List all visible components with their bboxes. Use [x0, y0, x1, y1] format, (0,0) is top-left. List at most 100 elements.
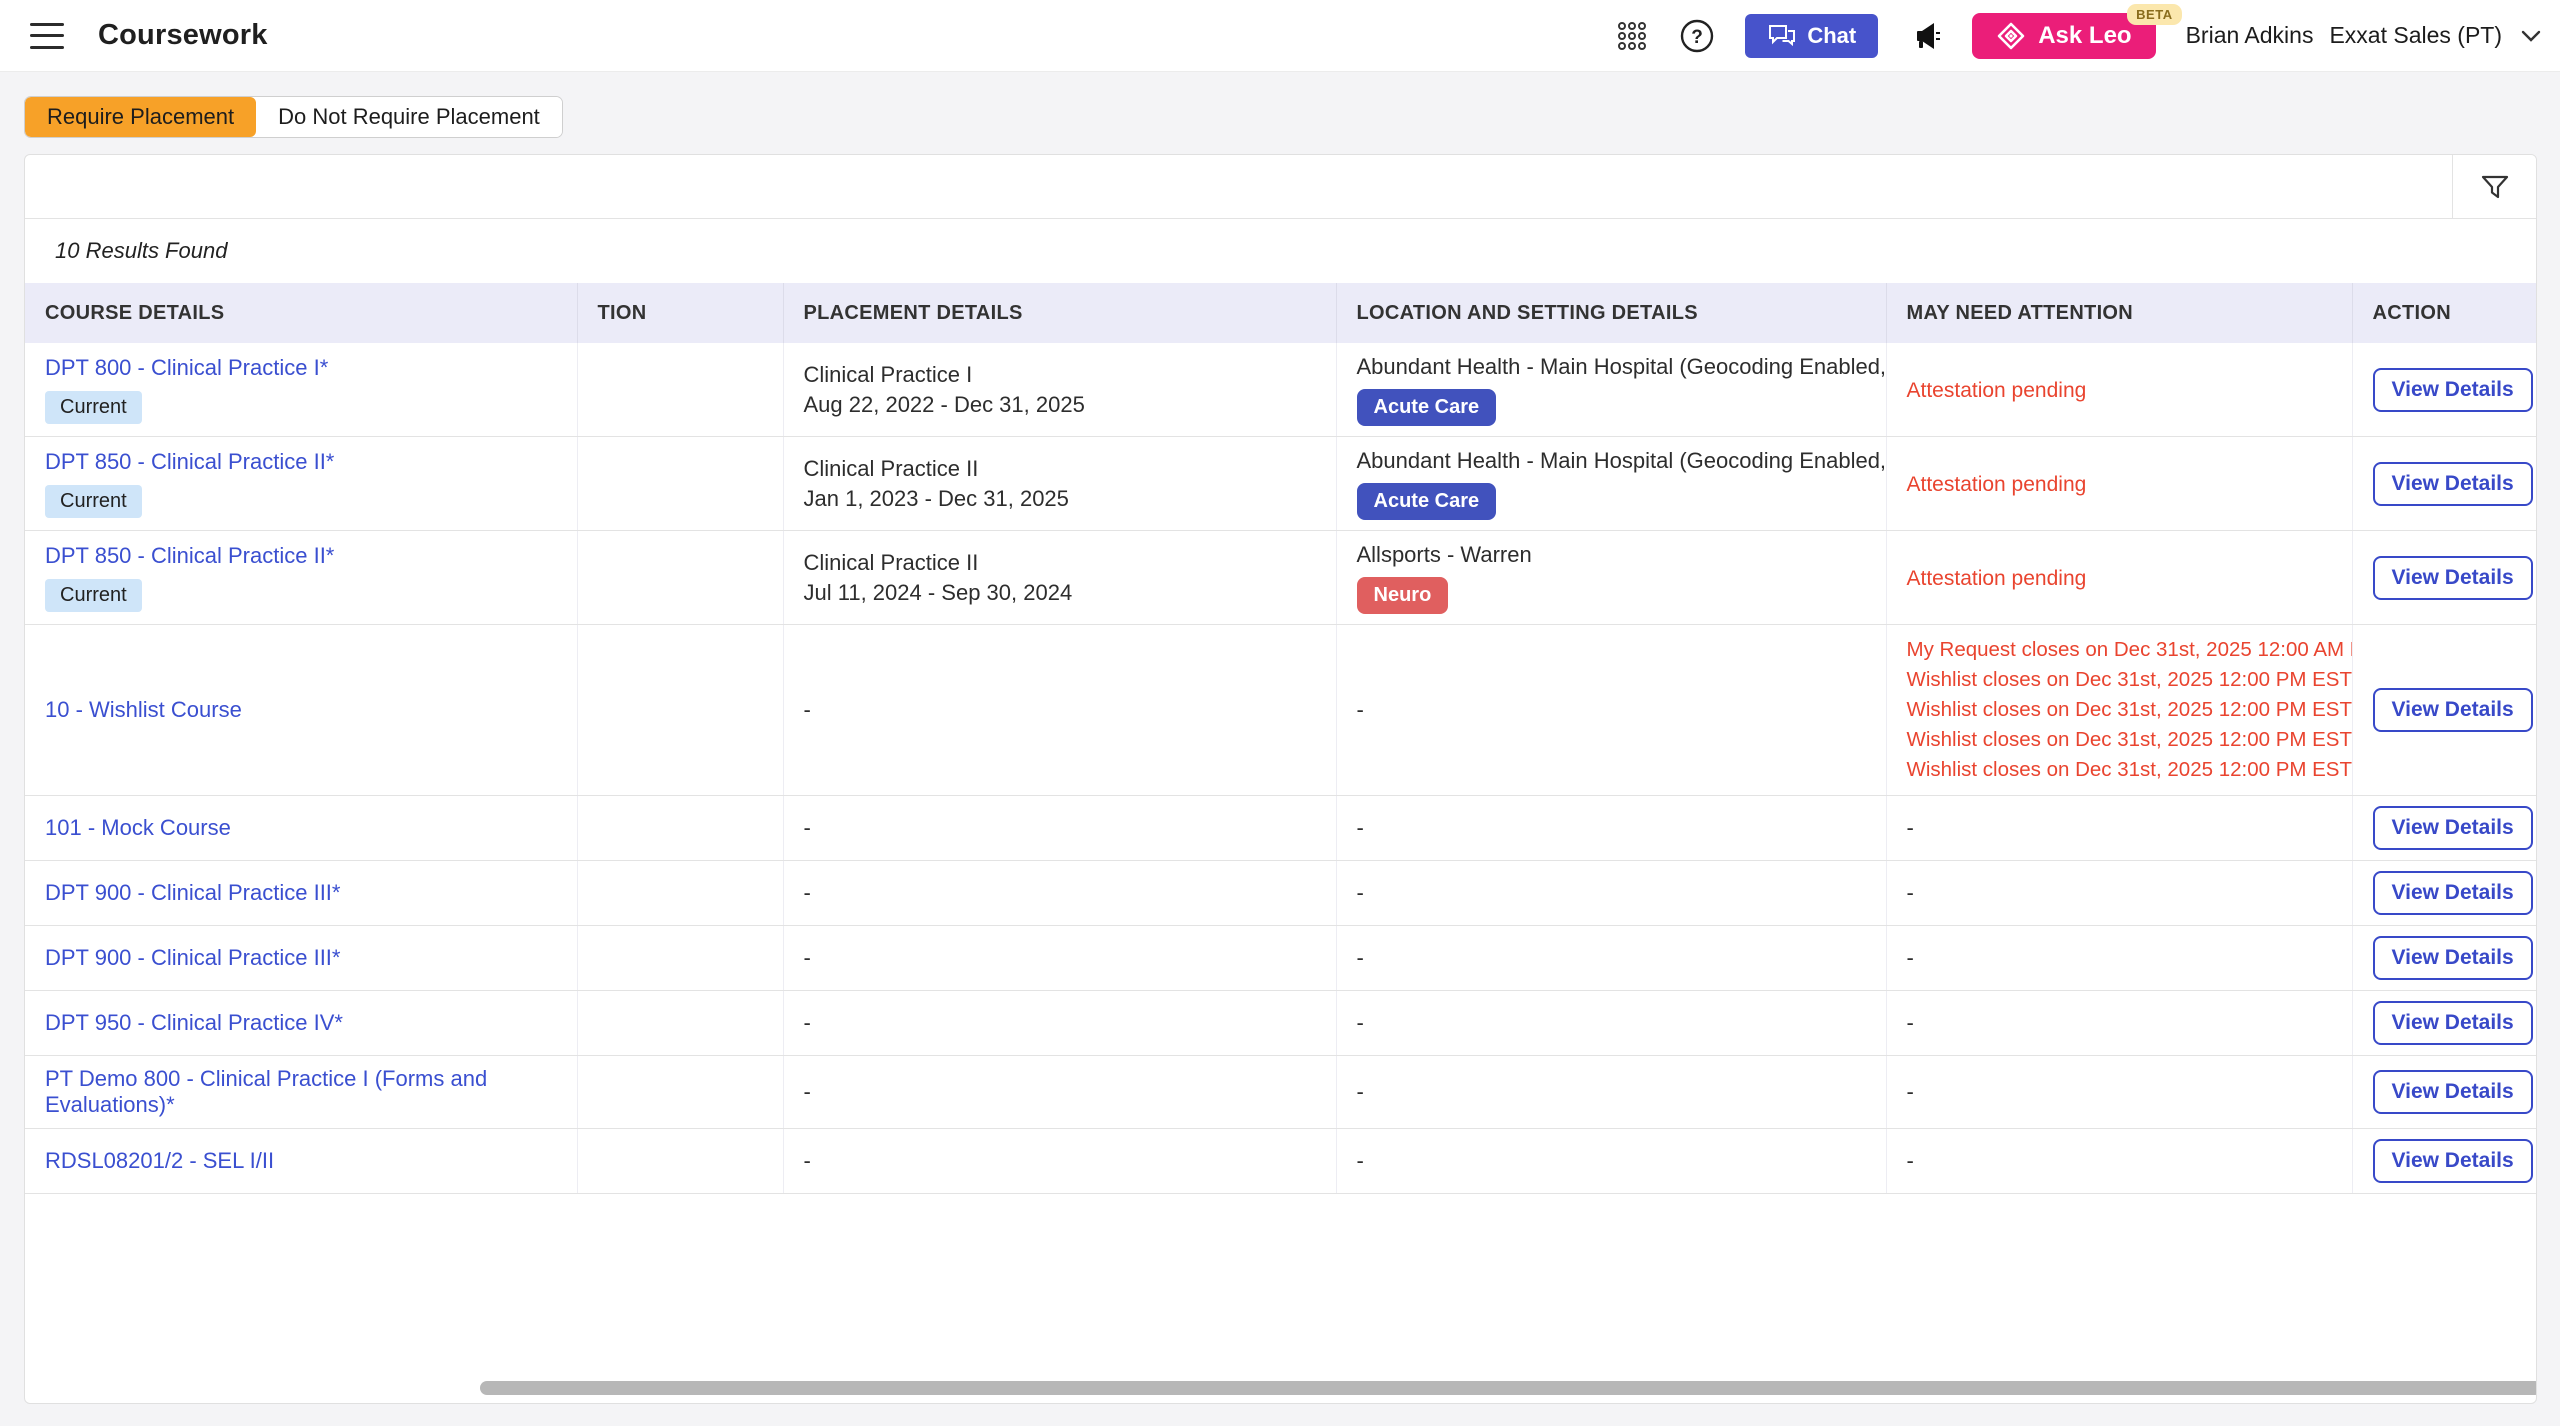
attention-text: Attestation pending — [1907, 473, 2087, 496]
announcements-button[interactable] — [1908, 19, 1942, 53]
filter-button[interactable] — [2452, 155, 2536, 218]
view-details-button[interactable]: View Details — [2373, 462, 2533, 506]
attention-empty: - — [1886, 1056, 2352, 1129]
course-link[interactable]: 101 - Mock Course — [45, 815, 231, 841]
location-empty: - — [1336, 861, 1886, 926]
attention-text: Attestation pending — [1907, 567, 2087, 590]
coursework-card: 10 Results Found COURSE DETAILS TION PLA… — [24, 154, 2537, 1404]
attention-empty: - — [1886, 796, 2352, 861]
col-may-need-attention: MAY NEED ATTENTION — [1886, 283, 2352, 343]
hamburger-menu-icon[interactable] — [30, 23, 64, 49]
placement-empty: - — [783, 625, 1336, 796]
location-empty: - — [1336, 991, 1886, 1056]
attention-line: My Request closes on Dec 31st, 2025 12:0… — [1907, 635, 2338, 665]
setting-badge: Acute Care — [1357, 483, 1497, 520]
svg-text:?: ? — [1692, 27, 1704, 48]
view-details-button[interactable]: View Details — [2373, 688, 2533, 732]
attention-line: Wishlist closes on Dec 31st, 2025 12:00 … — [1907, 665, 2338, 695]
current-badge: Current — [45, 485, 142, 518]
table-row: DPT 950 - Clinical Practice IV* - - - Vi… — [25, 991, 2536, 1056]
course-link[interactable]: PT Demo 800 - Clinical Practice I (Forms… — [45, 1066, 563, 1118]
col-tion: TION — [577, 283, 783, 343]
course-link[interactable]: DPT 850 - Clinical Practice II* — [45, 543, 334, 569]
top-bar: Coursework ? Chat — [0, 0, 2560, 72]
placement-tabs: Require Placement Do Not Require Placeme… — [24, 96, 2560, 138]
view-details-button[interactable]: View Details — [2373, 806, 2533, 850]
location-empty: - — [1336, 1129, 1886, 1194]
view-details-button[interactable]: View Details — [2373, 556, 2533, 600]
chat-button[interactable]: Chat — [1745, 14, 1878, 58]
location-empty: - — [1336, 625, 1886, 796]
current-badge: Current — [45, 579, 142, 612]
attention-empty: - — [1886, 861, 2352, 926]
placement-name: Clinical Practice I — [804, 360, 1322, 390]
location-name: Abundant Health - Main Hospital (Geocodi… — [1357, 353, 1872, 381]
coursework-table: COURSE DETAILS TION PLACEMENT DETAILS LO… — [25, 283, 2536, 1194]
view-details-button[interactable]: View Details — [2373, 368, 2533, 412]
tab-require-placement[interactable]: Require Placement — [25, 97, 256, 137]
table-row: 10 - Wishlist Course - - My Request clos… — [25, 625, 2536, 796]
table-row: DPT 900 - Clinical Practice III* - - - V… — [25, 926, 2536, 991]
page-title: Coursework — [98, 19, 268, 52]
view-details-button[interactable]: View Details — [2373, 1070, 2533, 1114]
col-action: ACTION — [2352, 283, 2536, 343]
setting-badge: Acute Care — [1357, 389, 1497, 426]
results-band: 10 Results Found — [25, 219, 2536, 283]
results-count: 10 Results Found — [55, 238, 227, 264]
course-link[interactable]: DPT 900 - Clinical Practice III* — [45, 945, 340, 971]
user-name: Brian Adkins — [2186, 22, 2314, 49]
horizontal-scrollbar[interactable] — [480, 1381, 2537, 1395]
table-row: RDSL08201/2 - SEL I/II - - - View Detail… — [25, 1129, 2536, 1194]
table-header-row: COURSE DETAILS TION PLACEMENT DETAILS LO… — [25, 283, 2536, 343]
megaphone-icon — [1908, 19, 1942, 53]
location-empty: - — [1336, 1056, 1886, 1129]
attention-empty: - — [1886, 1129, 2352, 1194]
attention-line: Wishlist closes on Dec 31st, 2025 12:00 … — [1907, 695, 2338, 725]
account-menu[interactable]: Brian Adkins Exxat Sales (PT) — [2186, 22, 2544, 49]
attention-lines: My Request closes on Dec 31st, 2025 12:0… — [1907, 635, 2338, 785]
placement-empty: - — [783, 796, 1336, 861]
location-name: Abundant Health - Main Hospital (Geocodi… — [1357, 447, 1872, 475]
placement-dates: Jul 11, 2024 - Sep 30, 2024 — [804, 578, 1322, 608]
attention-text: Attestation pending — [1907, 379, 2087, 402]
placement-empty: - — [783, 1056, 1336, 1129]
placement-dates: Aug 22, 2022 - Dec 31, 2025 — [804, 390, 1322, 420]
help-button[interactable]: ? — [1679, 18, 1715, 54]
placement-empty: - — [783, 991, 1336, 1056]
table-row: 101 - Mock Course - - - View Details — [25, 796, 2536, 861]
beta-badge: BETA — [2127, 4, 2181, 25]
table-row: DPT 850 - Clinical Practice II* Current … — [25, 531, 2536, 625]
organization-name: Exxat Sales (PT) — [2329, 22, 2502, 49]
course-link[interactable]: DPT 900 - Clinical Practice III* — [45, 880, 340, 906]
chat-bubbles-icon — [1767, 23, 1797, 49]
tab-do-not-require-placement[interactable]: Do Not Require Placement — [256, 97, 562, 137]
view-details-button[interactable]: View Details — [2373, 871, 2533, 915]
attention-empty: - — [1886, 926, 2352, 991]
placement-name: Clinical Practice II — [804, 548, 1322, 578]
setting-badge: Neuro — [1357, 577, 1449, 614]
leo-logo-icon — [1996, 21, 2026, 51]
apps-grid-button[interactable] — [1615, 19, 1649, 53]
table-row: DPT 800 - Clinical Practice I* Current C… — [25, 343, 2536, 437]
col-location-setting: LOCATION AND SETTING DETAILS — [1336, 283, 1886, 343]
course-link[interactable]: DPT 950 - Clinical Practice IV* — [45, 1010, 343, 1036]
placement-dates: Jan 1, 2023 - Dec 31, 2025 — [804, 484, 1322, 514]
view-details-button[interactable]: View Details — [2373, 936, 2533, 980]
location-empty: - — [1336, 926, 1886, 991]
table-row: PT Demo 800 - Clinical Practice I (Forms… — [25, 1056, 2536, 1129]
view-details-button[interactable]: View Details — [2373, 1139, 2533, 1183]
filter-funnel-icon — [2479, 172, 2511, 202]
course-link[interactable]: DPT 800 - Clinical Practice I* — [45, 355, 328, 381]
current-badge: Current — [45, 391, 142, 424]
col-course-details: COURSE DETAILS — [25, 283, 577, 343]
apps-grid-icon — [1615, 19, 1649, 53]
attention-line: Wishlist closes on Dec 31st, 2025 12:00 … — [1907, 755, 2338, 785]
table-row: DPT 850 - Clinical Practice II* Current … — [25, 437, 2536, 531]
ask-leo-label: Ask Leo — [2038, 22, 2131, 50]
course-link[interactable]: DPT 850 - Clinical Practice II* — [45, 449, 334, 475]
placement-name: Clinical Practice II — [804, 454, 1322, 484]
attention-line: Wishlist closes on Dec 31st, 2025 12:00 … — [1907, 725, 2338, 755]
course-link[interactable]: RDSL08201/2 - SEL I/II — [45, 1148, 274, 1174]
course-link[interactable]: 10 - Wishlist Course — [45, 697, 242, 723]
view-details-button[interactable]: View Details — [2373, 1001, 2533, 1045]
